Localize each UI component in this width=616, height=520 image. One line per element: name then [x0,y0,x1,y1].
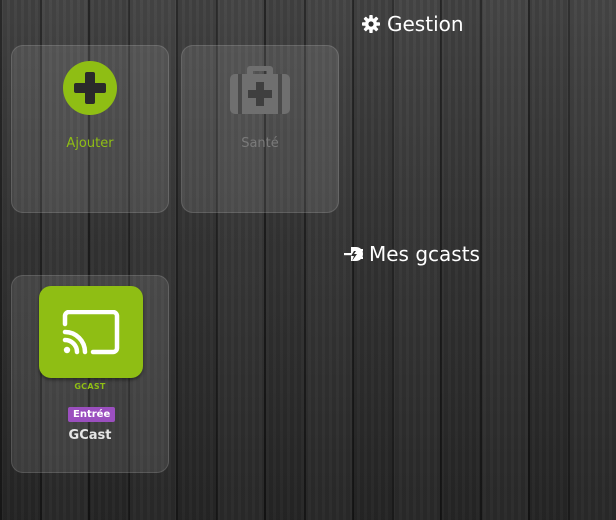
gcast-device-tile[interactable]: GCAST Entrée GCast [11,275,169,473]
medical-kit-icon [226,60,294,120]
health-tile[interactable]: Santé [181,45,339,213]
plus-circle-icon [62,60,118,120]
gcast-brand-text: GCAST [74,382,106,391]
plug-icon [343,244,363,264]
section-title-gestion: Gestion [361,12,464,36]
gcast-device-name: GCast [68,428,112,443]
section-title-gcasts: Mes gcasts [343,242,480,266]
section-title-gestion-text: Gestion [387,12,464,36]
section-title-gcasts-text: Mes gcasts [369,242,480,266]
cast-icon [61,309,121,360]
gear-icon [361,14,381,34]
gcast-logo [39,286,143,378]
status-badge: Entrée [68,407,116,422]
health-tile-label: Santé [241,136,279,151]
add-tile-label: Ajouter [66,136,114,151]
add-tile[interactable]: Ajouter [11,45,169,213]
